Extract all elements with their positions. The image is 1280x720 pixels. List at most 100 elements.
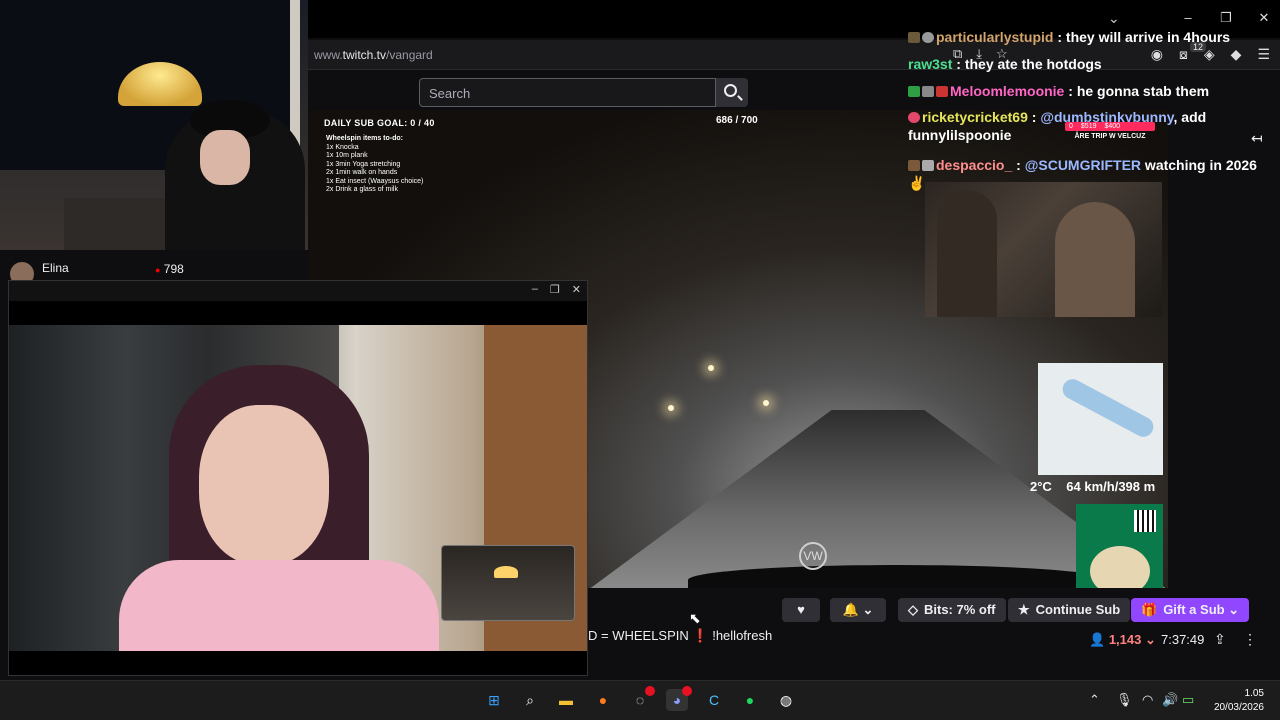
system-clock[interactable]: 1.05 20/03/2026 bbox=[1210, 687, 1264, 715]
badge-icon bbox=[908, 86, 920, 97]
spotify-icon[interactable]: ● bbox=[739, 689, 761, 711]
wheelspin-item: 1x Eat insect (Waaysus choice) bbox=[326, 177, 424, 185]
vw-logo-icon: VW bbox=[799, 542, 827, 570]
wheelspin-title: Wheelspin items to-do: bbox=[326, 135, 403, 142]
desktop: ⌄ – ❐ ✕ www.twitch.tv/vangard ⧉ ⤓ ☆ ◉ ⧇ … bbox=[0, 0, 1280, 720]
wheelspin-item: 2x 1min walk on hands bbox=[326, 169, 398, 176]
search-placeholder: Search bbox=[429, 86, 471, 101]
gps-stats: 2°C 64 km/h/398 m bbox=[1030, 479, 1156, 494]
notification-badge bbox=[645, 686, 655, 696]
badge-icon bbox=[922, 86, 934, 97]
person-silhouette bbox=[937, 190, 997, 317]
qr-code-icon bbox=[1134, 510, 1156, 532]
collapse-chat-icon[interactable]: ↤ bbox=[1251, 130, 1263, 147]
sub-goal: DAILY SUB GOAL: 0 / 40 bbox=[324, 118, 435, 128]
maximize-button[interactable]: ❐ bbox=[1218, 10, 1234, 26]
trip-label: ÅRE TRIP W VELCUZ bbox=[1074, 133, 1146, 140]
chat-message: raw3st : they ate the hotdogs bbox=[908, 56, 1102, 72]
call-title-bar[interactable]: – ❐ ✕ bbox=[9, 281, 587, 301]
wheelspin-item: 1x Knocka bbox=[326, 143, 359, 151]
car-webcam bbox=[925, 182, 1162, 317]
share-icon[interactable]: ⇪ bbox=[1214, 631, 1226, 648]
hellofresh-ad bbox=[1076, 504, 1163, 588]
close-button[interactable]: ✕ bbox=[572, 283, 581, 296]
uptime: 7:37:49 bbox=[1161, 632, 1205, 647]
face bbox=[200, 130, 250, 185]
badge-icon bbox=[908, 160, 920, 171]
call-video bbox=[9, 325, 587, 651]
heart-badge-icon bbox=[908, 112, 920, 123]
viewers-icon: 👤 bbox=[1089, 632, 1106, 647]
minimap bbox=[1038, 363, 1163, 475]
wheelspin-item: 1x 3min Yoga stretching bbox=[326, 160, 401, 168]
app-c-icon[interactable]: C bbox=[703, 689, 725, 711]
chevron-down-icon: ⌄ bbox=[862, 602, 874, 617]
chat-message: Meloomlemoonie : he gonna stab them bbox=[908, 82, 1268, 100]
streamer-webcam bbox=[0, 0, 308, 250]
live-viewer-count: ● 798 bbox=[155, 262, 184, 276]
badge-icon bbox=[908, 32, 920, 43]
wheelspin-item: 2x Drink a glass of milk bbox=[326, 186, 398, 193]
street-light bbox=[763, 400, 769, 406]
goal-count: 686 / 700 bbox=[716, 115, 758, 126]
call-window-controls: – ❐ ✕ bbox=[532, 283, 581, 296]
notification-badge bbox=[682, 686, 692, 696]
live-dot-icon: ● bbox=[155, 265, 161, 275]
street-light bbox=[708, 365, 714, 371]
food-plate-image bbox=[1090, 546, 1150, 588]
tray-chevron-icon[interactable]: ⌃ bbox=[1089, 692, 1100, 708]
file-explorer-icon[interactable]: ▬ bbox=[555, 689, 577, 711]
bell-icon: 🔔 bbox=[842, 602, 859, 617]
badge-icon bbox=[922, 32, 934, 43]
search-input[interactable]: Search bbox=[419, 78, 716, 107]
wifi-icon[interactable]: ◠ bbox=[1142, 692, 1153, 708]
badge-icon bbox=[922, 160, 934, 171]
minimize-button[interactable]: – bbox=[1180, 10, 1196, 26]
trip-progress-bar: 0 $519 $400 bbox=[1065, 122, 1155, 131]
stream-title: D = WHEELSPIN ❗ !hellofresh bbox=[588, 628, 773, 643]
video-call-window: – ❐ ✕ bbox=[8, 280, 588, 676]
street-light bbox=[668, 405, 674, 411]
chevron-down-icon: ⌄ bbox=[1228, 602, 1240, 617]
badge-icon bbox=[936, 86, 948, 97]
car-hood bbox=[688, 565, 1108, 588]
gift-sub-button[interactable]: 🎁 Gift a Sub ⌄ bbox=[1131, 598, 1250, 622]
start-windows-icon[interactable]: ⊞ bbox=[483, 689, 505, 711]
chat-message: particularlystupid : they will arrive in… bbox=[908, 28, 1268, 46]
microphone-icon[interactable]: 🎙 bbox=[1116, 692, 1133, 708]
person-silhouette bbox=[1055, 202, 1135, 317]
minimize-button[interactable]: – bbox=[532, 283, 538, 296]
close-button[interactable]: ✕ bbox=[1256, 10, 1272, 26]
lamp bbox=[494, 566, 518, 578]
lake-shape bbox=[1059, 375, 1157, 441]
notifications-button[interactable]: 🔔 ⌄ bbox=[830, 598, 886, 622]
battery-icon[interactable]: ▭ bbox=[1182, 692, 1194, 708]
tab-list-chevron-icon[interactable]: ⌄ bbox=[1108, 10, 1120, 27]
mouse-cursor-icon: ⬉ bbox=[689, 610, 701, 626]
wheelspin-list: Wheelspin items to-do: 1x Knocka 1x 10m … bbox=[326, 135, 423, 195]
volume-icon[interactable]: 🔊 bbox=[1162, 692, 1178, 708]
bits-icon: ◇ bbox=[908, 602, 918, 617]
gift-icon: 🎁 bbox=[1141, 602, 1158, 617]
follow-button[interactable]: ♥ bbox=[782, 598, 820, 622]
window-controls: – ❐ ✕ bbox=[1180, 10, 1272, 26]
search-icon[interactable]: ⌕ bbox=[519, 689, 541, 711]
hoodie bbox=[119, 560, 439, 651]
firefox-icon[interactable]: ● bbox=[592, 689, 614, 711]
heart-icon: ♥ bbox=[797, 602, 805, 617]
continue-sub-button[interactable]: ★ Continue Sub bbox=[1008, 598, 1131, 622]
star-icon: ★ bbox=[1018, 602, 1030, 617]
taskbar: ⊞ ⌕ ▬ ● ◌ ◕ C ● ◍ ⌃ 🎙 ◠ 🔊 ▭ 1.05 20/03/2… bbox=[0, 680, 1280, 720]
wheelspin-item: 1x 10m plank bbox=[326, 152, 368, 159]
bits-button[interactable]: ◇ Bits: 7% off bbox=[898, 598, 1006, 622]
viewer-count: 👤 1,143 ⌄ bbox=[1089, 632, 1156, 647]
url-text[interactable]: www.twitch.tv/vangard bbox=[314, 48, 433, 62]
search-icon bbox=[724, 84, 737, 97]
more-options-icon[interactable]: ⋮ bbox=[1243, 631, 1257, 648]
maximize-button[interactable]: ❐ bbox=[550, 283, 560, 296]
face bbox=[199, 405, 329, 565]
self-view-pip[interactable] bbox=[441, 545, 575, 621]
streamer-name[interactable]: Elina bbox=[42, 261, 69, 275]
search-button[interactable] bbox=[716, 78, 748, 107]
mouse-app-icon[interactable]: ◍ bbox=[775, 689, 797, 711]
